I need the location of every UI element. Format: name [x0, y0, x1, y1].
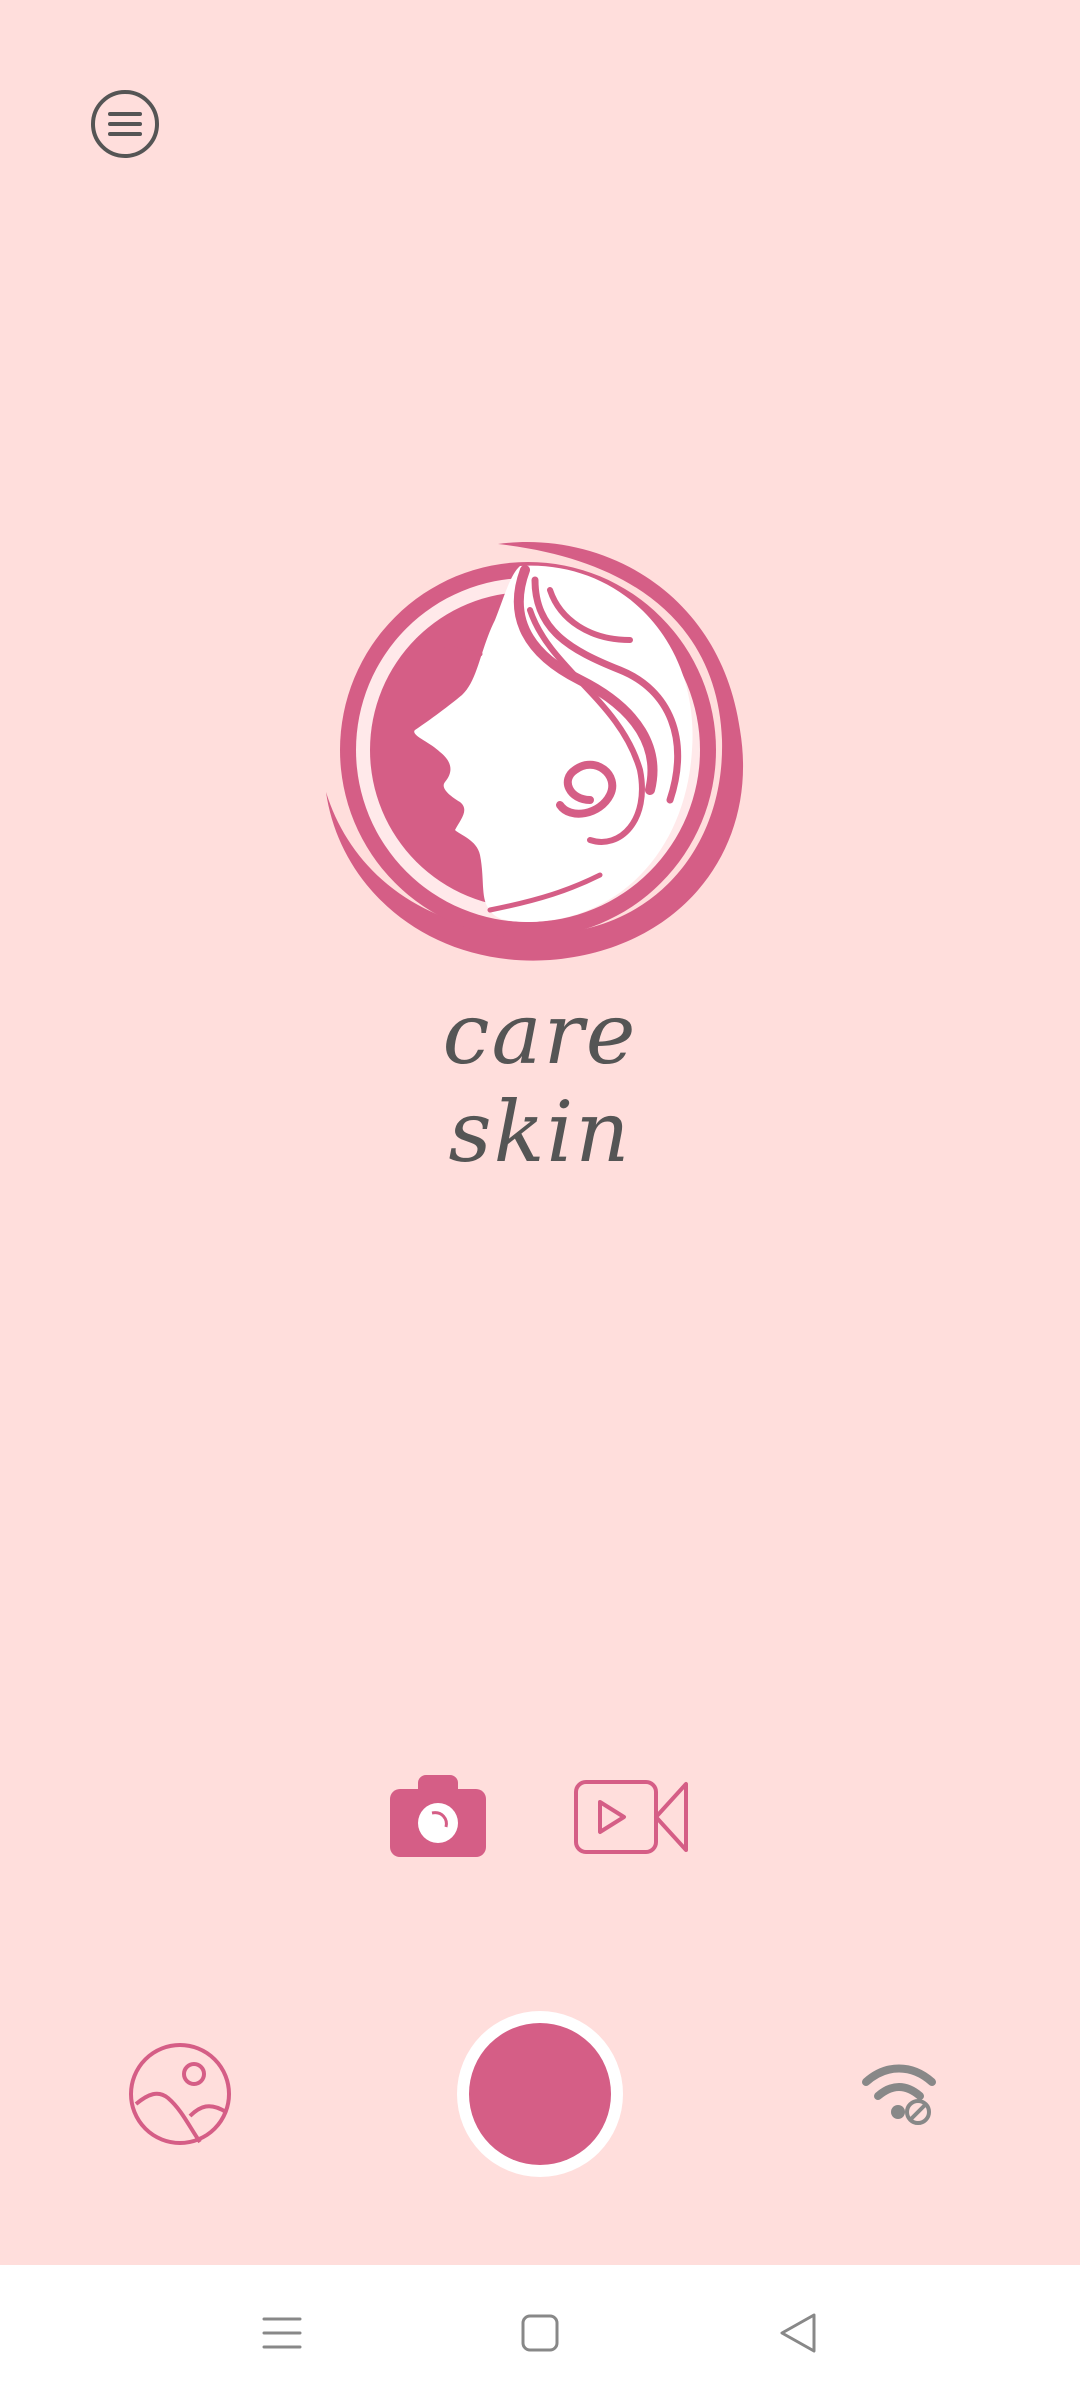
- nav-home-button[interactable]: [520, 2313, 560, 2353]
- shutter-button[interactable]: [457, 2011, 623, 2177]
- home-icon: [521, 2314, 559, 2352]
- gallery-button[interactable]: [128, 2042, 232, 2146]
- video-mode-button[interactable]: [574, 1780, 690, 1854]
- camera-icon: [390, 1775, 486, 1857]
- menu-button[interactable]: [91, 90, 159, 158]
- photo-mode-button[interactable]: [390, 1775, 486, 1857]
- menu-icon: [108, 112, 142, 116]
- video-camera-icon: [574, 1780, 688, 1854]
- nav-recents-button[interactable]: [262, 2313, 302, 2353]
- wifi-status-button[interactable]: [862, 2062, 936, 2126]
- recents-icon: [262, 2317, 302, 2349]
- nav-back-button[interactable]: [778, 2311, 818, 2355]
- back-icon: [780, 2313, 816, 2353]
- gallery-image-icon: [129, 2043, 231, 2145]
- care-skin-logo: [326, 542, 744, 961]
- shutter-button-inner: [469, 2023, 611, 2165]
- wifi-disconnected-icon: [862, 2064, 936, 2125]
- menu-icon-bar: [108, 122, 142, 126]
- camera-screen: care skin: [0, 0, 1080, 2265]
- logo-text: care skin: [442, 985, 638, 1181]
- menu-icon-bar: [108, 132, 142, 136]
